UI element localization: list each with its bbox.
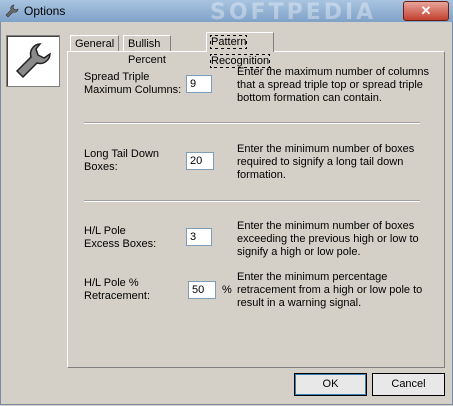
spread-triple-input[interactable]: 9 <box>186 75 212 93</box>
close-button[interactable]: ✕ <box>403 1 449 21</box>
cancel-button[interactable]: Cancel <box>372 373 445 396</box>
hl-pole-retracement-label: H/L Pole % Retracement: <box>84 277 151 302</box>
ok-button[interactable]: OK <box>294 373 367 396</box>
title-bar[interactable]: Options SOFTPEDIA ✕ <box>0 0 453 25</box>
long-tail-label: Long Tail Down Boxes: <box>84 148 160 173</box>
long-tail-input[interactable]: 20 <box>186 152 214 170</box>
wrench-icon <box>5 4 19 18</box>
percent-unit: % <box>222 284 232 296</box>
spread-triple-description: Enter the maximum number of columns that… <box>237 66 429 104</box>
hl-pole-excess-label: H/L Pole Excess Boxes: <box>84 225 157 250</box>
hl-pole-retracement-input[interactable]: 50 <box>188 281 216 299</box>
window-title: Options <box>24 4 66 18</box>
options-logo <box>6 35 60 87</box>
hl-pole-excess-input[interactable]: 3 <box>186 228 212 246</box>
wrench-icon <box>15 43 51 79</box>
tab-pattern-recognition[interactable]: Pattern Recognition <box>206 32 275 68</box>
hl-pole-retracement-description: Enter the minimum percentage retracement… <box>237 271 423 309</box>
tab-general[interactable]: General <box>70 35 120 52</box>
separator <box>84 200 420 202</box>
hl-pole-excess-description: Enter the minimum number of boxes exceed… <box>237 220 419 258</box>
long-tail-description: Enter the minimum number of boxes requir… <box>237 143 415 181</box>
tab-bullish-percent[interactable]: Bullish Percent <box>123 35 171 66</box>
close-icon: ✕ <box>420 3 432 18</box>
spread-triple-label: Spread Triple Maximum Columns: <box>84 71 182 96</box>
separator <box>84 122 420 124</box>
